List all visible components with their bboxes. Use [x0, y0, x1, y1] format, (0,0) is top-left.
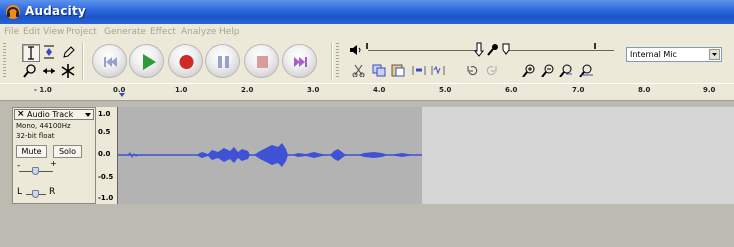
- zoom-in-icon[interactable]: [521, 63, 537, 77]
- fit-selection-icon[interactable]: [558, 63, 574, 77]
- empty-project-area[interactable]: [0, 204, 734, 247]
- pause-icon: [218, 56, 229, 68]
- solo-button[interactable]: Solo: [53, 145, 82, 158]
- amplitude-label: 0.0: [98, 150, 111, 158]
- selection-tool-button[interactable]: [22, 44, 40, 62]
- draw-tool-button[interactable]: [60, 44, 78, 62]
- stop-button[interactable]: [244, 44, 279, 78]
- record-icon: [179, 55, 194, 69]
- skip-to-end-button[interactable]: [282, 44, 317, 78]
- amplitude-label: -0.5: [98, 173, 114, 181]
- ruler-label: 5.0: [439, 86, 452, 94]
- track-format-info: Mono, 44100Hz: [16, 122, 71, 130]
- play-icon: [143, 54, 156, 70]
- gain-slider-thumb[interactable]: [32, 167, 39, 175]
- skip-start-icon: [104, 57, 117, 67]
- input-device-value: Internal Mic: [630, 50, 677, 59]
- play-button[interactable]: [129, 44, 164, 78]
- amplitude-label: -1.0: [98, 194, 114, 202]
- amplitude-label: 1.0: [98, 110, 111, 118]
- title-bar: Audacity: [0, 0, 734, 24]
- track-name: Audio Track: [27, 110, 74, 119]
- menu-effect[interactable]: Effect: [150, 27, 176, 37]
- skip-end-icon: [294, 57, 307, 67]
- trim-icon[interactable]: [411, 63, 427, 77]
- pointer-hand-icon: [473, 42, 485, 57]
- ibeam-icon: [28, 46, 34, 60]
- waveform: [118, 143, 422, 167]
- toolbar-grip[interactable]: [3, 43, 6, 79]
- zoom-out-icon[interactable]: [540, 63, 556, 77]
- mute-button[interactable]: Mute: [16, 145, 47, 158]
- pause-button[interactable]: [205, 44, 240, 78]
- ruler-label: 6.0: [505, 86, 518, 94]
- toolbar-separator: [82, 42, 84, 80]
- fit-project-icon[interactable]: [578, 63, 594, 77]
- speaker-volume-icon: [350, 45, 361, 55]
- output-volume-slider[interactable]: [368, 50, 478, 51]
- dropdown-arrow-icon[interactable]: [709, 49, 720, 60]
- toolbar-area: [0, 40, 734, 83]
- ruler-label: 8.0: [638, 86, 651, 94]
- play-position-marker[interactable]: [119, 93, 125, 97]
- timeline-ruler[interactable]: - 1.0 0.0 1.0 2.0 3.0 4.0 5.0 6.0 7.0 8.…: [0, 83, 734, 101]
- ruler-label: 7.0: [572, 86, 585, 94]
- input-volume-thumb[interactable]: [501, 43, 511, 55]
- menu-view[interactable]: View: [43, 27, 64, 37]
- ruler-label: - 1.0: [34, 86, 52, 94]
- pan-left-label: L: [17, 187, 23, 197]
- pencil-icon: [63, 46, 75, 58]
- menu-project[interactable]: Project: [66, 27, 97, 37]
- pan-slider-thumb[interactable]: [32, 190, 39, 198]
- track-bitdepth-info: 32-bit float: [16, 132, 55, 140]
- skip-to-start-button[interactable]: [92, 44, 127, 78]
- track-name-menu-button[interactable]: × Audio Track: [14, 109, 94, 120]
- cut-icon[interactable]: [351, 63, 367, 77]
- track-close-icon[interactable]: ×: [17, 109, 25, 119]
- input-volume-slider[interactable]: [504, 50, 614, 51]
- redo-icon[interactable]: [483, 63, 499, 77]
- ruler-label: 3.0: [307, 86, 320, 94]
- ruler-label: 9.0: [703, 86, 716, 94]
- track-menu-arrow-icon: [85, 113, 91, 117]
- window-title: Audacity: [25, 4, 86, 18]
- magnifier-icon: [23, 64, 36, 78]
- record-button[interactable]: [168, 44, 203, 78]
- menu-file[interactable]: File: [4, 27, 19, 37]
- toolbar-separator: [331, 42, 333, 80]
- audacity-logo-icon: [6, 5, 20, 19]
- menu-help[interactable]: Help: [219, 27, 240, 37]
- asterisk-icon: [61, 64, 75, 78]
- output-volume-thumb[interactable]: [366, 43, 368, 49]
- copy-icon[interactable]: [371, 63, 387, 77]
- amplitude-label: 0.5: [98, 128, 111, 136]
- ruler-label: 1.0: [175, 86, 188, 94]
- amplitude-ruler: 1.0 0.5 0.0 -0.5 -1.0: [96, 107, 118, 204]
- gain-minus-label: -: [17, 161, 21, 171]
- paste-icon[interactable]: [390, 63, 406, 77]
- menu-analyze[interactable]: Analyze: [181, 27, 216, 37]
- ruler-label: 2.0: [241, 86, 254, 94]
- microphone-icon: [487, 44, 498, 56]
- menu-bar: File Edit View Project Generate Effect A…: [0, 24, 734, 40]
- track-control-panel: × Audio Track Mono, 44100Hz 32-bit float…: [12, 107, 96, 204]
- input-device-select[interactable]: Internal Mic: [626, 47, 722, 62]
- menu-edit[interactable]: Edit: [23, 27, 40, 37]
- ruler-label: 4.0: [373, 86, 386, 94]
- silence-icon[interactable]: [430, 63, 446, 77]
- input-volume-max-marker: [594, 43, 596, 49]
- zoom-tool-button[interactable]: [22, 63, 40, 81]
- gain-plus-label: +: [50, 159, 57, 168]
- menu-generate[interactable]: Generate: [104, 27, 146, 37]
- timeshift-tool-button[interactable]: [41, 63, 59, 81]
- stop-icon: [257, 56, 268, 68]
- track-waveform-area[interactable]: [118, 107, 734, 204]
- pan-right-label: R: [49, 187, 56, 197]
- envelope-icon: [44, 45, 54, 59]
- multi-tool-button[interactable]: [60, 63, 78, 81]
- double-arrow-icon: [43, 68, 55, 74]
- undo-icon[interactable]: [465, 63, 481, 77]
- toolbar-grip[interactable]: [336, 43, 339, 79]
- envelope-tool-button[interactable]: [41, 44, 59, 62]
